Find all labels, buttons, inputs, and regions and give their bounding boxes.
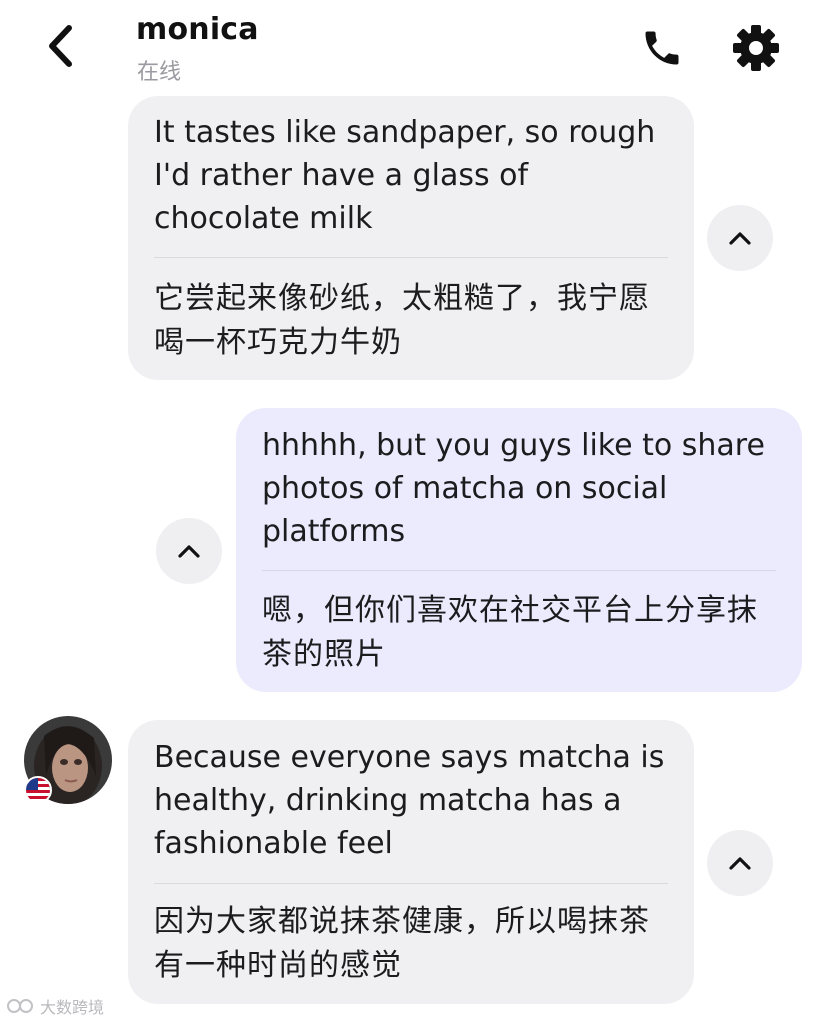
collapse-translation-button[interactable] — [707, 205, 773, 271]
chevron-up-icon — [178, 545, 200, 558]
chevron-left-icon — [49, 25, 72, 67]
chevron-up-icon — [729, 232, 751, 245]
message-text-en: It tastes like sandpaper, so rough I'd r… — [154, 115, 656, 236]
call-button[interactable] — [636, 22, 688, 74]
message-text-en: hhhhh, but you guys like to share photos… — [262, 428, 765, 549]
settings-button[interactable] — [728, 20, 784, 76]
phone-icon — [645, 31, 679, 65]
watermark-text: 大数跨境 — [40, 998, 105, 1017]
translation-divider — [154, 257, 668, 258]
translation-divider — [154, 883, 668, 884]
gear-icon — [733, 25, 779, 71]
message-bubble-received[interactable]: Because everyone says matcha is healthy,… — [128, 720, 694, 1004]
collapse-translation-button[interactable] — [707, 830, 773, 896]
chevron-up-icon — [729, 857, 751, 870]
contact-status: 在线 — [137, 60, 182, 85]
chat-header: monica 在线 — [0, 0, 828, 92]
translation-divider — [262, 570, 776, 571]
watermark: 大数跨境 — [6, 994, 104, 1018]
message-text-zh: 因为大家都说抹茶健康，所以喝抹茶有一种时尚的感觉 — [154, 904, 650, 983]
back-button[interactable] — [38, 22, 82, 70]
contact-name: monica — [136, 12, 259, 47]
collapse-translation-button[interactable] — [156, 518, 222, 584]
message-text-en: Because everyone says matcha is healthy,… — [154, 740, 665, 861]
message-text-zh: 它尝起来像砂纸，太粗糙了，我宁愿喝一杯巧克力牛奶 — [154, 281, 650, 360]
watermark-logo-icon — [7, 999, 33, 1013]
message-bubble-sent[interactable]: hhhhh, but you guys like to share photos… — [236, 408, 802, 692]
message-bubble-received[interactable]: It tastes like sandpaper, so rough I'd r… — [128, 96, 694, 380]
message-text-zh: 嗯，但你们喜欢在社交平台上分享抹茶的照片 — [262, 593, 758, 672]
us-flag-icon — [24, 776, 52, 804]
